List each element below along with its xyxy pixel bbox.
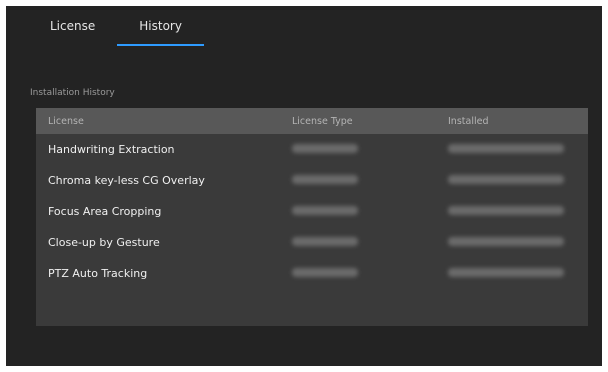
license-name: Chroma key-less CG Overlay xyxy=(48,174,205,187)
license-type-value xyxy=(280,143,436,156)
license-type-value xyxy=(280,236,436,249)
table-row[interactable]: PTZ Auto Tracking xyxy=(36,258,588,289)
column-header-license: License xyxy=(48,115,84,127)
tab-history[interactable]: History xyxy=(117,6,204,48)
installed-value xyxy=(436,267,588,280)
tab-license[interactable]: License xyxy=(28,6,117,48)
redacted-license-type xyxy=(292,175,358,184)
license-name: PTZ Auto Tracking xyxy=(48,267,148,280)
installed-value xyxy=(436,174,588,187)
redacted-installed-date xyxy=(448,268,564,277)
installed-value xyxy=(436,205,588,218)
license-name: Handwriting Extraction xyxy=(48,143,175,156)
redacted-license-type xyxy=(292,144,358,153)
tab-bar: License History xyxy=(28,6,204,48)
column-header-installed: Installed xyxy=(448,115,489,127)
section-title: Installation History xyxy=(30,88,115,98)
license-type-value xyxy=(280,205,436,218)
table-row[interactable]: Focus Area Cropping xyxy=(36,196,588,227)
redacted-installed-date xyxy=(448,175,564,184)
table-row[interactable]: Chroma key-less CG Overlay xyxy=(36,165,588,196)
table-header: License License Type Installed xyxy=(36,108,588,134)
license-name: Close-up by Gesture xyxy=(48,236,160,249)
installation-history-table: License License Type Installed Handwriti… xyxy=(36,108,588,326)
license-window: License History Installation History Lic… xyxy=(6,6,602,366)
redacted-installed-date xyxy=(448,144,564,153)
table-row[interactable]: Close-up by Gesture xyxy=(36,227,588,258)
installed-value xyxy=(436,143,588,156)
redacted-installed-date xyxy=(448,237,564,246)
license-name: Focus Area Cropping xyxy=(48,205,162,218)
redacted-installed-date xyxy=(448,206,564,215)
redacted-license-type xyxy=(292,268,358,277)
license-type-value xyxy=(280,174,436,187)
installed-value xyxy=(436,236,588,249)
column-header-license-type: License Type xyxy=(292,115,353,127)
redacted-license-type xyxy=(292,206,358,215)
license-type-value xyxy=(280,267,436,280)
redacted-license-type xyxy=(292,237,358,246)
table-row[interactable]: Handwriting Extraction xyxy=(36,134,588,165)
